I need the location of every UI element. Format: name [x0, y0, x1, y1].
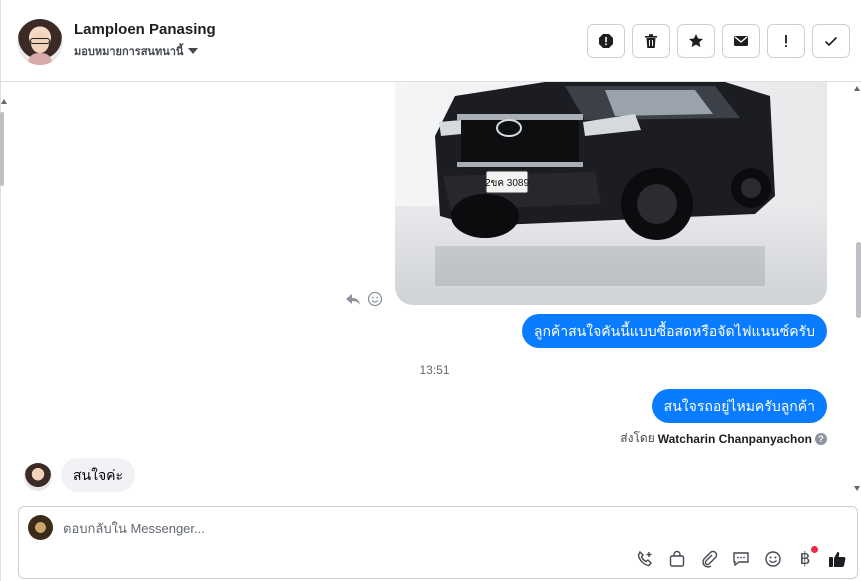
- mark-spam-button[interactable]: [587, 24, 625, 58]
- customer-avatar[interactable]: [24, 463, 52, 491]
- reply-composer: ฿: [18, 506, 858, 579]
- reply-input[interactable]: [63, 521, 763, 536]
- scroll-down-arrow[interactable]: [854, 486, 860, 491]
- mark-done-button[interactable]: [812, 24, 850, 58]
- saved-replies-button[interactable]: [731, 549, 751, 569]
- baht-icon: ฿: [799, 549, 811, 569]
- message-timestamp: 13:51: [419, 363, 450, 377]
- mail-icon: [734, 36, 748, 46]
- left-scroll-up-arrow[interactable]: [1, 99, 7, 104]
- delete-button[interactable]: [632, 24, 670, 58]
- mark-unread-button[interactable]: [722, 24, 760, 58]
- attach-button[interactable]: [699, 549, 719, 569]
- call-button[interactable]: [635, 549, 655, 569]
- thumbs-up-icon: [829, 552, 846, 568]
- license-plate: 2ขค 3089: [485, 178, 530, 189]
- smiley-icon: [765, 551, 781, 567]
- payment-button[interactable]: ฿: [795, 546, 818, 569]
- sent-by-info: ส่งโดย Watcharin Chanpanyachon ?: [620, 429, 827, 448]
- composer-tools: ฿: [635, 546, 847, 569]
- left-scrollbar-thumb[interactable]: [0, 112, 4, 186]
- conversation-header: Lamploen Panasing มอบหมายการสนทนานี้: [1, 0, 861, 82]
- assign-label: มอบหมายการสนทนานี้: [74, 46, 184, 58]
- outgoing-message[interactable]: สนใจรถอยู่ไหมครับลูกค้า: [651, 389, 827, 423]
- star-button[interactable]: [677, 24, 715, 58]
- shopping-bag-icon: [669, 550, 685, 567]
- scroll-up-arrow[interactable]: [854, 86, 860, 91]
- react-emoji-icon[interactable]: [367, 291, 383, 307]
- header-actions: [587, 24, 850, 58]
- chat-bubble-icon: [733, 552, 749, 567]
- page-avatar: [28, 515, 53, 540]
- mark-important-icon: [785, 35, 787, 47]
- spam-icon: [599, 34, 613, 48]
- scrollbar-thumb[interactable]: [856, 242, 861, 318]
- reply-icon[interactable]: [345, 291, 361, 307]
- phone-add-icon: [637, 550, 652, 567]
- help-icon[interactable]: ?: [815, 432, 827, 445]
- check-icon: [824, 36, 838, 47]
- emoji-button[interactable]: [763, 549, 783, 569]
- caret-down-icon: [188, 48, 199, 54]
- assign-conversation-dropdown[interactable]: มอบหมายการสนทนานี้: [74, 42, 199, 60]
- message-thread[interactable]: 2ขค 3089 ลูกค้าสนใจคันนี้แบบซื้อสดหรือจั…: [1, 82, 861, 504]
- message-actions: [345, 291, 383, 307]
- notification-dot: [811, 546, 818, 553]
- follow-up-button[interactable]: [767, 24, 805, 58]
- outgoing-message[interactable]: ลูกค้าสนใจคันนี้แบบซื้อสดหรือจัดไฟแนนซ์ค…: [521, 314, 827, 348]
- like-button[interactable]: [827, 549, 847, 569]
- star-icon: [689, 34, 703, 48]
- sent-by-label: ส่งโดย: [620, 431, 655, 445]
- trash-icon: [645, 34, 657, 48]
- sender-name: Watcharin Chanpanyachon: [657, 431, 812, 446]
- conversation-panel: Lamploen Panasing มอบหมายการสนทนานี้ 2ขค…: [0, 0, 861, 581]
- shop-button[interactable]: [667, 549, 687, 569]
- truck-photo-attachment[interactable]: 2ขค 3089: [395, 82, 827, 305]
- incoming-message[interactable]: สนใจค่ะ: [61, 458, 136, 492]
- contact-name[interactable]: Lamploen Panasing: [74, 21, 216, 38]
- paperclip-icon: [702, 550, 718, 568]
- contact-avatar[interactable]: [17, 19, 63, 65]
